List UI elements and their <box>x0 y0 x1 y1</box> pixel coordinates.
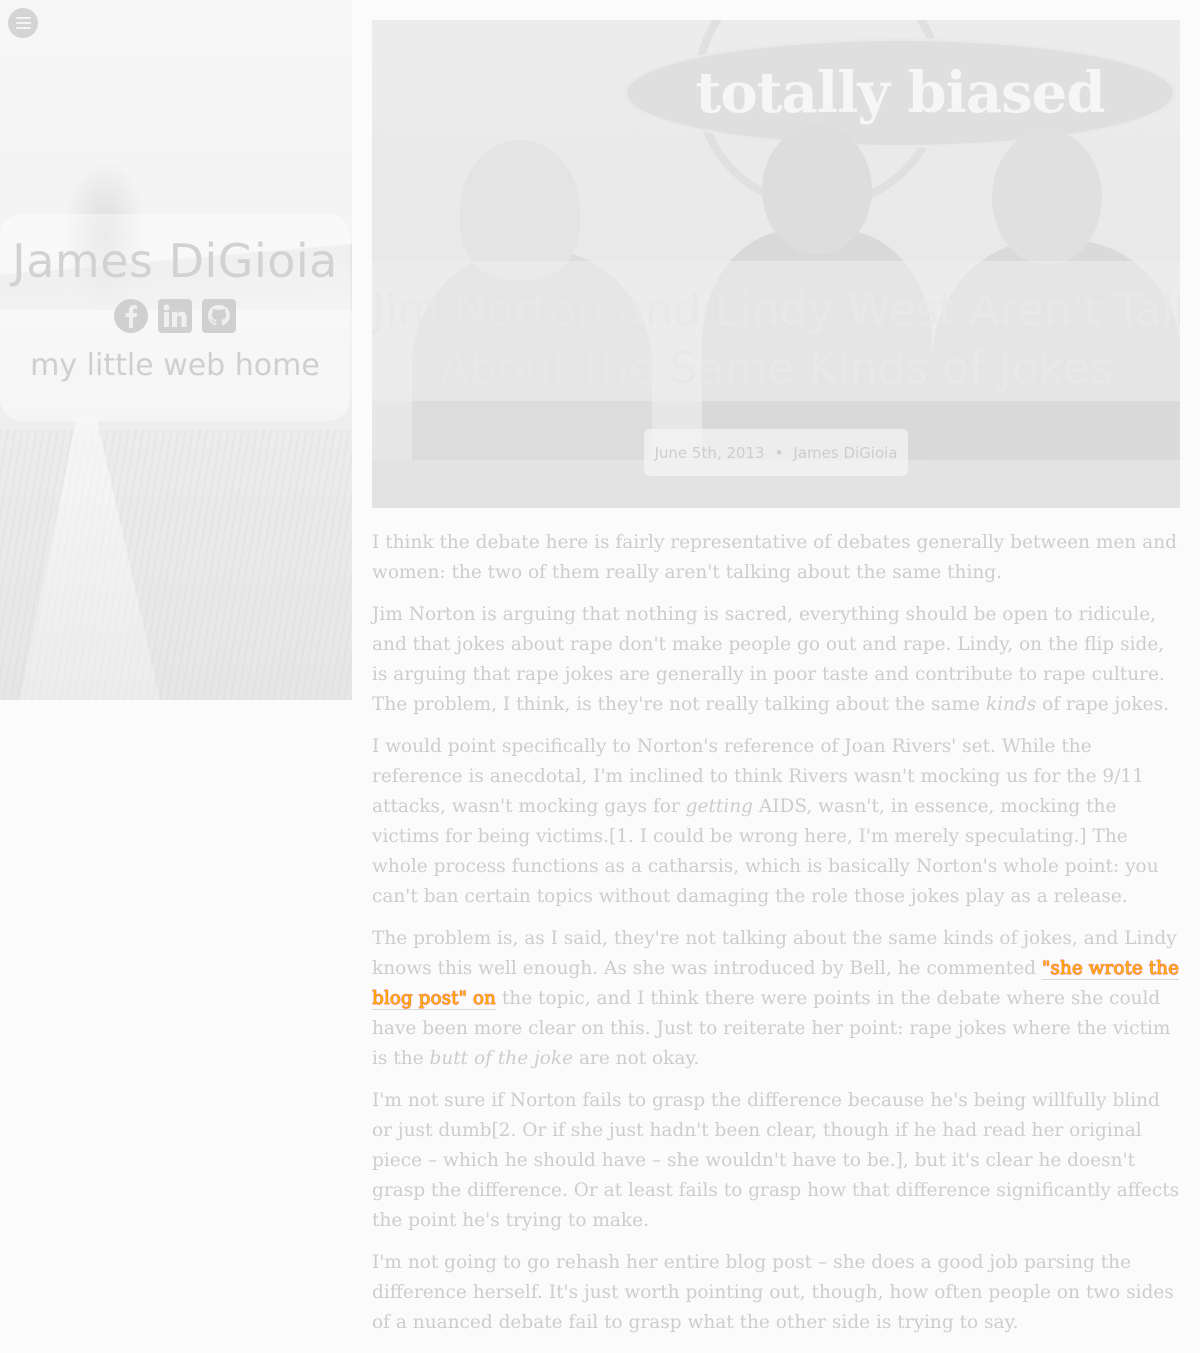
post-hero: totally biased Jim Norton and Lindy West… <box>372 20 1180 508</box>
paragraph-4: The problem is, as I said, they're not t… <box>372 924 1180 1074</box>
post-author[interactable]: James DiGioia <box>793 444 897 462</box>
hamburger-icon-line <box>15 22 31 24</box>
hamburger-icon <box>15 17 31 19</box>
paragraph-6: I'm not going to go rehash her entire bl… <box>372 1252 1174 1333</box>
facebook-link[interactable] <box>113 298 149 334</box>
hero-banner-text: totally biased <box>695 60 1106 126</box>
paragraph-3: I would point specifically to Norton's r… <box>372 732 1180 912</box>
post-title: Jim Norton and Lindy West Aren't Talking… <box>372 282 1180 398</box>
paragraph-1: I think the debate here is fairly repres… <box>372 532 1177 583</box>
paragraph-4-text-c: are not okay. <box>573 1048 700 1069</box>
profile-card: James DiGioia my little web home <box>0 214 350 421</box>
paragraph-5: I'm not sure if Norton fails to grasp th… <box>372 1090 1180 1231</box>
github-link[interactable] <box>201 298 237 334</box>
paragraph-2-emphasis: kinds <box>985 694 1037 715</box>
paragraph-4-emphasis: butt of the joke <box>429 1048 574 1069</box>
post-title-line-1: Jim Norton and Lindy West Aren't Talking <box>372 285 1180 336</box>
facebook-icon <box>114 299 148 333</box>
sidebar: James DiGioia my little web home <box>0 0 352 700</box>
paragraph-2: Jim Norton is arguing that nothing is sa… <box>372 600 1180 720</box>
hero-person-left-head <box>460 140 580 280</box>
post-date: June 5th, 2013 <box>654 443 765 462</box>
post-title-line-2: About the Same Kinds of Jokes <box>439 343 1113 394</box>
social-links <box>0 298 350 334</box>
hero-person-center-head <box>762 125 872 255</box>
github-icon <box>202 299 236 333</box>
hamburger-icon-line <box>15 27 31 29</box>
paragraph-2-text-b: of rape jokes. <box>1036 694 1169 715</box>
hero-banner: totally biased <box>624 38 1176 148</box>
linkedin-icon <box>158 299 192 333</box>
meta-separator: • <box>774 443 784 462</box>
site-tagline: my little web home <box>30 348 320 383</box>
linkedin-link[interactable] <box>157 298 193 334</box>
post-content: I think the debate here is fairly repres… <box>372 528 1180 1350</box>
paragraph-3-emphasis: getting <box>685 796 753 817</box>
site-name[interactable]: James DiGioia <box>0 232 350 290</box>
hero-person-right-head <box>992 130 1102 265</box>
menu-button[interactable] <box>8 8 38 38</box>
post-meta: June 5th, 2013 • James DiGioia <box>644 429 908 476</box>
